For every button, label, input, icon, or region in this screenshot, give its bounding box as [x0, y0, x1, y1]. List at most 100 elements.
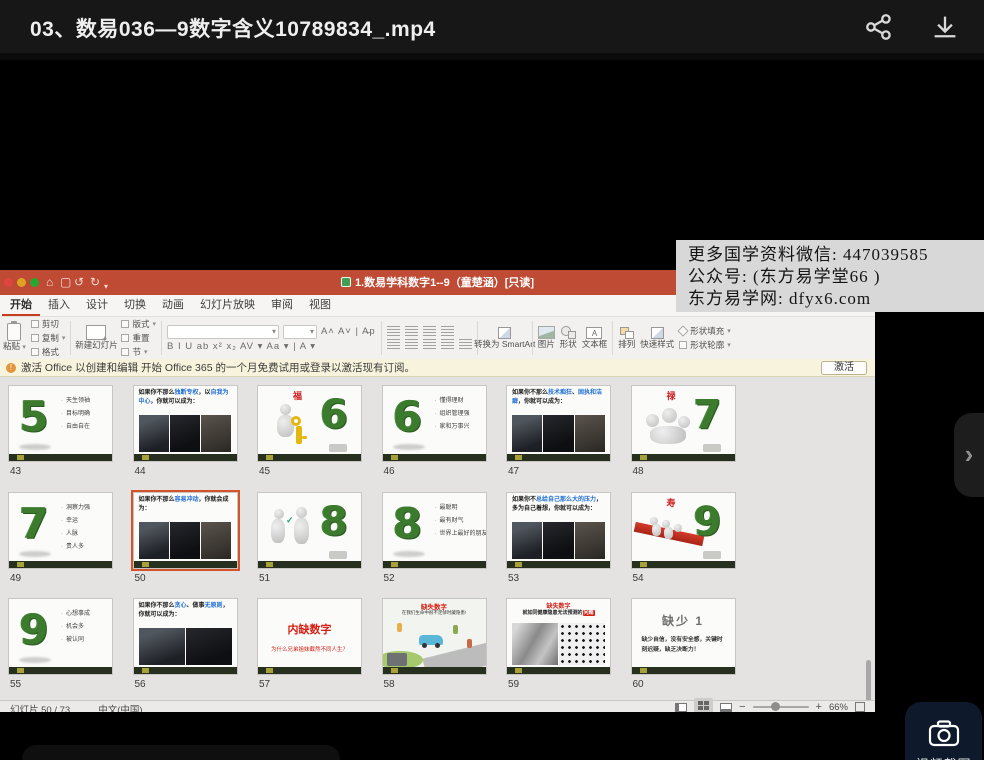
slide-sorter-view-icon[interactable] [694, 698, 714, 712]
textbox-button[interactable]: A 文本框 [582, 326, 607, 350]
slide-thumbnail-50[interactable]: 如果你不那么容易冲动，你就会成为： [130, 489, 240, 571]
zoom-percentage[interactable]: 66% [829, 702, 848, 713]
slide-thumbnail-57[interactable]: 内缺数字 为什么兄弟姐妹截然不同人生？ [257, 598, 362, 675]
fit-to-window-icon[interactable] [855, 702, 865, 712]
slide-bullets: · 天生领袖 · 目标明确 · 自由自在 [61, 395, 110, 435]
screenshot-button[interactable]: 视频截图 [905, 702, 982, 760]
share-icon[interactable] [864, 12, 894, 42]
copy-icon [30, 334, 39, 342]
shape-fill-button[interactable]: 形状填充 ▾ [677, 325, 731, 337]
slideshow-view-icon[interactable] [720, 702, 733, 712]
slide-number-label: 50 [134, 572, 146, 584]
caret-icon: ▾ [61, 335, 66, 342]
slide-thumbnail-53[interactable]: 如果你不总给自己那么大的压力，多为自己着想，你就可以成为： [506, 491, 611, 569]
zoom-in-button[interactable]: + [816, 702, 822, 713]
font-size-buttons[interactable]: A˄ A˅ | A̶p [321, 326, 376, 337]
section-button[interactable]: 节 ▾ [121, 346, 156, 358]
slide-thumbnail-46[interactable]: 6 · 懂得理财 · 组织管理强 · 家和万事兴 [381, 385, 487, 462]
powerpoint-window: ⌂ ▢ ↺ ↻ ▾ 1.数易学科数字1--9（童楚涵）[只读] 开始 插入 设计 切换… [0, 270, 875, 712]
picture-icon [537, 326, 555, 340]
paste-button[interactable]: 粘贴 ▾ [3, 321, 26, 352]
bullet-item: · 自由自在 [61, 424, 91, 431]
slide-thumbnail-47[interactable]: 如果你不那么技术痴狂、固执和洁癖，你就可以成为： [506, 385, 611, 462]
slide-thumbnail-51[interactable]: ✓ 8 [257, 491, 362, 569]
copy-button[interactable]: 复制 ▾ [30, 332, 66, 344]
bullet-item: · 最有财气 [434, 517, 464, 524]
slide-thumbnail-60[interactable]: 缺少 1 缺少自信，没有安全感，关键时刻迟疑，缺乏决断力！ [630, 598, 736, 675]
slide-number-label: 54 [632, 572, 644, 584]
picture-button[interactable]: 图片 [537, 326, 555, 350]
shapes-button[interactable]: 形状 [560, 326, 577, 350]
slide-thumbnail-49[interactable]: 7 · 洞察力强 · 幸运 · 人脉 · 贵人多 [8, 491, 113, 569]
bullet-item: · 贵人多 [61, 544, 85, 551]
slide-footer-bar [507, 667, 610, 674]
new-slide-button[interactable]: 新建幻灯片 [75, 325, 118, 351]
ribbon-tab-审阅[interactable]: 审阅 [263, 293, 301, 316]
align-buttons[interactable] [386, 339, 472, 350]
slide-quote: 如果你不那么容易冲动，你就会成为： [138, 496, 229, 512]
ribbon-tab-插入[interactable]: 插入 [40, 293, 78, 316]
download-icon[interactable] [930, 12, 960, 42]
ribbon-tab-幻灯片放映[interactable]: 幻灯片放映 [192, 293, 263, 316]
small-gray-label [329, 444, 347, 452]
green-number: 5 [19, 392, 49, 441]
slide-thumbnail-52[interactable]: 8 · 最聪明 · 最有财气 · 世界上最好的朋友 [381, 491, 487, 569]
zoom-slider-knob[interactable] [770, 702, 780, 711]
quick-styles-button[interactable]: 快速样式 [640, 326, 674, 350]
slide-footer-bar [507, 560, 610, 568]
slide-tag-character: 寿 [666, 497, 676, 508]
format-painter-button[interactable]: 格式 [30, 346, 66, 358]
activation-message: 激活 Office 以创建和编辑 开始 Office 365 的一个月免费试用或… [21, 362, 415, 374]
slide-bullets: · 懂得理财 · 组织管理强 · 家和万事兴 [435, 395, 484, 435]
new-slide-icon [86, 325, 107, 344]
slide-number-label: 46 [383, 466, 395, 477]
slide-footer-bar [382, 667, 486, 674]
list-buttons[interactable] [386, 326, 472, 337]
layout-button[interactable]: 版式 ▾ [121, 318, 156, 330]
slide-thumbnail-55[interactable]: 9 · 心想事成 · 机会多 · 被认同 [8, 598, 113, 675]
cut-button[interactable]: 剪切 [30, 318, 66, 330]
slide-thumbnail-56[interactable]: 如果你不那么贪心、做事无原则，你就可以成为： [132, 598, 238, 675]
zoom-slider[interactable] [752, 702, 809, 711]
activate-button[interactable]: 激活 [821, 361, 867, 375]
cut-icon [30, 320, 39, 328]
reset-button[interactable]: 重置 [121, 332, 156, 344]
slide-subtitle: 在我们生命中很不足够时藏隐患! [401, 610, 467, 615]
ribbon-tab-开始[interactable]: 开始 [2, 293, 40, 316]
next-page-button[interactable]: › [954, 413, 984, 497]
ribbon-tab-视图[interactable]: 视图 [301, 293, 339, 316]
slide-thumbnail-44[interactable]: 如果你不那么独断专权，以自我为中心，你就可以成为： [132, 385, 238, 462]
slide-thumbnail-59[interactable]: 缺失数字 就如同健康隐患无法预测的问题 [506, 598, 611, 675]
font-name-dropdown[interactable] [166, 324, 279, 339]
ribbon-tab-设计[interactable]: 设计 [78, 293, 116, 316]
photo-strip [512, 623, 605, 665]
slide-number-label: 59 [508, 679, 520, 690]
photo [574, 521, 605, 559]
zoom-out-button[interactable]: − [739, 702, 745, 713]
ribbon-tab-动画[interactable]: 动画 [154, 293, 192, 316]
layout-icon [121, 320, 130, 328]
slide-number-label: 58 [383, 679, 395, 690]
green-number: 7 [693, 392, 722, 438]
font-size-dropdown[interactable] [282, 324, 317, 339]
slide-number-label: 60 [632, 679, 644, 690]
ribbon-tab-切换[interactable]: 切换 [116, 293, 154, 316]
language-indicator[interactable]: 中文(中国) [98, 702, 142, 712]
slide-thumbnail-54[interactable]: 寿 9 [630, 491, 736, 569]
bullet-item: · 目标明确 [61, 411, 91, 418]
font-style-buttons[interactable]: B I U ab x² x₂ AV ▾ Aa ▾ | A ▾ [167, 341, 376, 352]
green-number: 8 [320, 498, 348, 545]
slide-subtitle: 为什么兄弟姐妹截然不同人生？ [270, 647, 348, 653]
slide-thumbnail-58[interactable]: 缺失数字 在我们生命中很不足够时藏隐患! [381, 598, 487, 675]
smartart-button[interactable]: 转换为 SmartArt [474, 326, 535, 350]
slide-bullets: · 心想事成 · 机会多 · 被认同 [61, 608, 110, 648]
slide-thumbnail-48[interactable]: 禄 7 [630, 385, 736, 462]
ribbon-divider [380, 321, 382, 355]
shape-outline-button[interactable]: 形状轮廓 ▾ [679, 339, 731, 351]
slide-thumbnail-43[interactable]: 5 · 天生领袖 · 目标明确 · 自由自在 [8, 385, 113, 462]
arrange-button[interactable]: 排列 [618, 326, 635, 350]
normal-view-icon[interactable] [675, 702, 688, 712]
photo [512, 415, 543, 452]
slide-thumbnail-45[interactable]: 福 6 [257, 385, 362, 462]
slide-quote: 如果你不那么独断专权，以自我为中心，你就可以成为： [138, 390, 229, 405]
